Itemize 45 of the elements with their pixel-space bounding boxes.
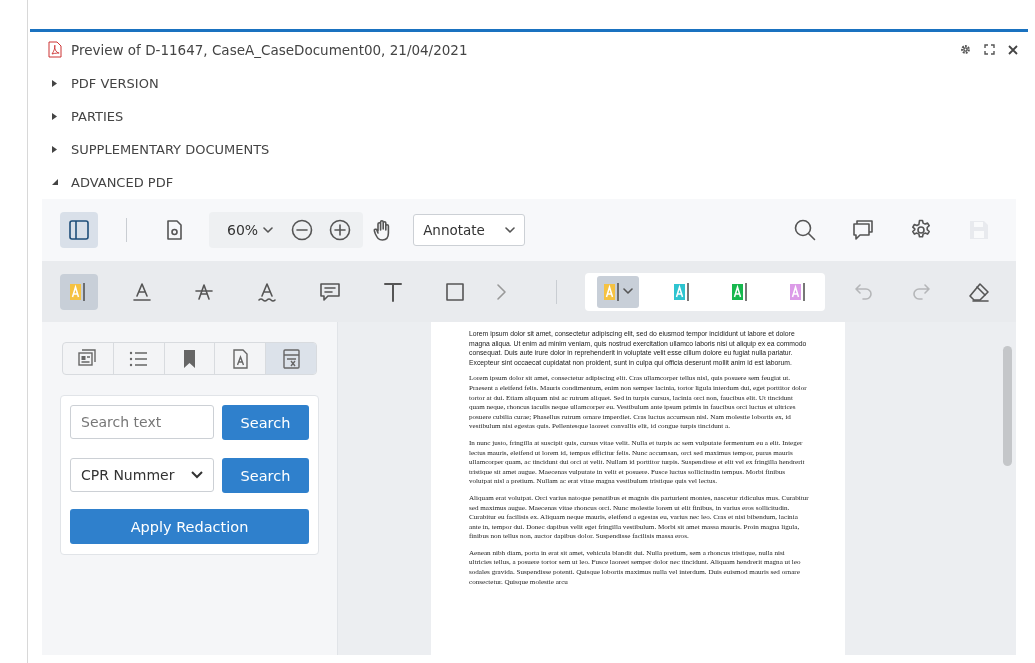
zoom-out-icon <box>291 219 314 241</box>
close-icon[interactable] <box>1008 44 1018 55</box>
section-header[interactable]: PARTIES <box>30 100 1028 133</box>
search-text-field[interactable]: Search text <box>70 405 214 439</box>
fullscreen-icon[interactable] <box>984 44 995 55</box>
redaction-tab[interactable] <box>266 343 316 374</box>
scrollbar-thumb[interactable] <box>1003 346 1012 466</box>
collapsed-caret-icon <box>51 112 59 121</box>
collapsed-caret-icon <box>51 145 59 154</box>
window-title: Preview of D-11647, CaseA_CaseDocument00, 21/04/2021 <box>71 41 468 58</box>
settings-icon[interactable] <box>960 44 971 55</box>
caret-icon <box>263 226 274 234</box>
file-annotation-icon <box>230 348 250 369</box>
caret-icon <box>191 471 203 479</box>
caret-icon <box>505 226 516 234</box>
highlight-tool-button[interactable] <box>60 273 98 310</box>
section-header[interactable]: ADVANCED PDF <box>30 166 1028 199</box>
settings-icon <box>910 219 932 241</box>
highlight-color-button[interactable] <box>596 275 639 308</box>
mode-dropdown[interactable]: Annotate <box>413 214 526 246</box>
redaction-icon <box>281 348 301 369</box>
eraser-icon <box>968 280 991 303</box>
pdf-file-icon <box>48 41 62 58</box>
page-settings-icon <box>164 220 184 240</box>
shape-tool-icon <box>444 280 467 303</box>
section-header[interactable]: PDF VERSION <box>30 67 1028 100</box>
sidebar-toggle-icon <box>68 219 90 241</box>
search-icon <box>794 219 816 241</box>
thumbnails-icon <box>78 348 98 369</box>
expanded-caret-icon <box>51 178 59 187</box>
search-button[interactable]: Search <box>222 458 309 493</box>
search-button[interactable]: Search <box>222 405 309 440</box>
apply-redaction-button[interactable]: Apply Redaction <box>70 509 309 544</box>
section-header[interactable]: SUPPLEMENTARY DOCUMENTS <box>30 133 1028 166</box>
squiggly-tool-icon <box>256 280 279 303</box>
collapsed-caret-icon <box>51 79 59 88</box>
sidebar-toggle-button[interactable] <box>60 212 98 248</box>
caret-icon <box>622 288 633 295</box>
zoom-dropdown[interactable]: 60% <box>213 222 284 238</box>
pattern-dropdown[interactable]: CPR Nummer <box>70 458 214 492</box>
zoom-in-icon <box>329 219 352 241</box>
comment-tool-icon <box>318 280 341 303</box>
underline-tool-icon <box>130 280 153 303</box>
text-tool-icon <box>381 280 404 303</box>
comments-icon <box>852 219 874 241</box>
